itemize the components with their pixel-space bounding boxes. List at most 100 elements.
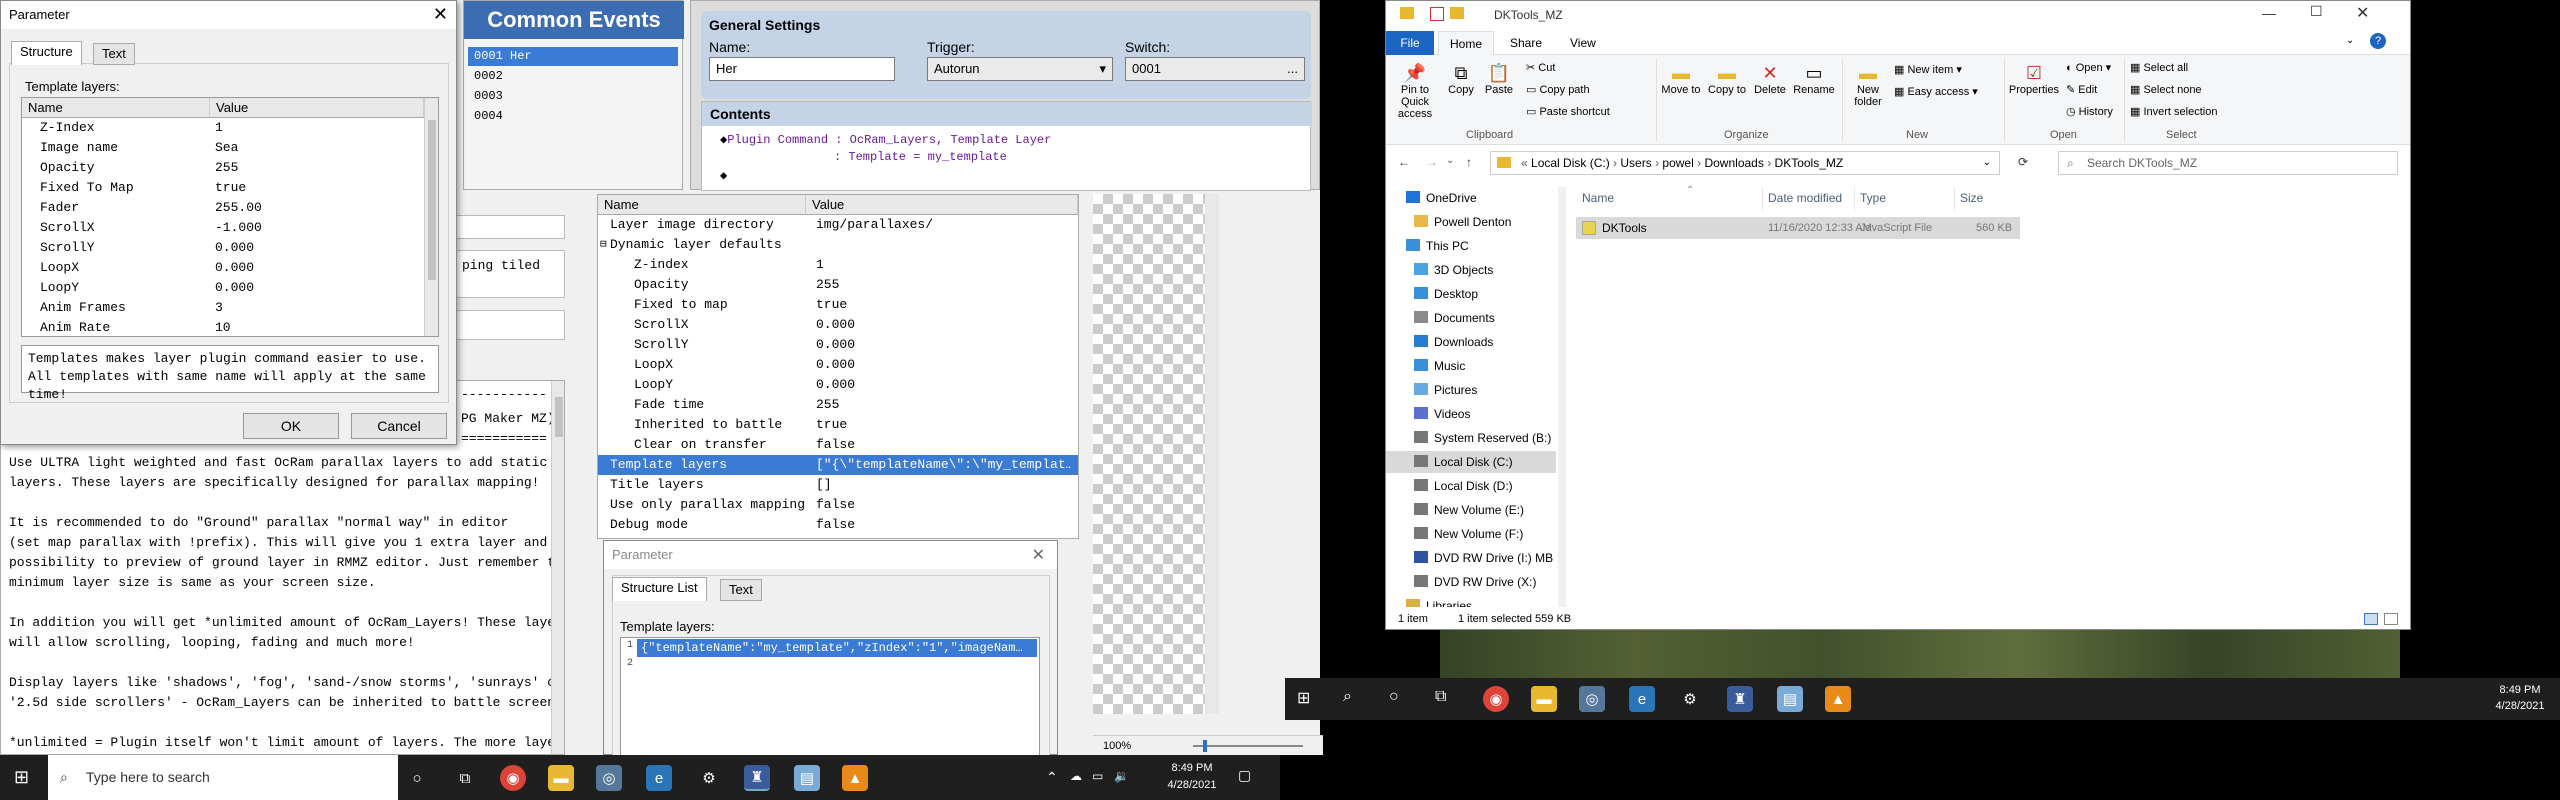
- select-all-button[interactable]: ▦ Select all: [2130, 61, 2188, 74]
- chrome-icon[interactable]: ◉: [500, 765, 526, 791]
- refresh-icon[interactable]: ⟳: [2018, 155, 2028, 169]
- cancel-button[interactable]: Cancel: [351, 413, 447, 439]
- chevron-down-icon[interactable]: ⌄: [1446, 155, 1454, 166]
- chevron-down-icon[interactable]: ⌄: [1983, 152, 1991, 174]
- table-row[interactable]: Template layers ["{\"templateName\":\"my_…: [598, 455, 1078, 475]
- table-row[interactable]: Opacity 255: [22, 158, 422, 178]
- table-row[interactable]: Fixed to map true: [598, 295, 1078, 315]
- nav-item[interactable]: DVD RW Drive (I:) MB: [1414, 547, 1564, 569]
- tab-share[interactable]: Share: [1510, 31, 1542, 55]
- list-item[interactable]: {"templateName":"my_template","zIndex":"…: [637, 639, 1037, 657]
- nav-item[interactable]: Pictures: [1414, 379, 1564, 401]
- table-row[interactable]: LoopX 0.000: [22, 258, 422, 278]
- table-row[interactable]: Z-index 1: [598, 255, 1078, 275]
- table-row[interactable]: Fixed To Map true: [22, 178, 422, 198]
- breadcrumb-item[interactable]: DKTools_MZ: [1775, 156, 1844, 170]
- settings-gear-icon[interactable]: ⚙: [696, 765, 722, 791]
- column-header-value[interactable]: Value: [806, 195, 1078, 215]
- scrollbar-thumb[interactable]: [428, 120, 436, 280]
- nav-item[interactable]: Desktop: [1414, 283, 1564, 305]
- open-button[interactable]: ◐ Open ▾: [2066, 61, 2111, 74]
- zoom-slider-thumb[interactable]: [1203, 740, 1207, 752]
- new-folder-button[interactable]: ▬ New folder: [1846, 63, 1890, 108]
- table-row[interactable]: ScrollY 0.000: [22, 238, 422, 258]
- cut-button[interactable]: ✂ Cut: [1526, 61, 1555, 74]
- vlc-icon[interactable]: ▲: [1825, 686, 1851, 712]
- cortana-icon[interactable]: ○: [404, 765, 430, 791]
- address-bar[interactable]: « Local Disk (C:) › Users › powel › Down…: [1490, 151, 2000, 175]
- search-icon[interactable]: ⌕: [1343, 688, 1352, 706]
- new-folder-quick-icon[interactable]: [1450, 7, 1464, 19]
- rename-button[interactable]: ▭ Rename: [1792, 63, 1836, 96]
- breadcrumb-item[interactable]: powel: [1662, 156, 1693, 170]
- properties-quick-icon[interactable]: [1430, 7, 1444, 21]
- ok-button[interactable]: OK: [243, 413, 339, 439]
- cloud-icon[interactable]: ☁: [1070, 769, 1082, 783]
- tab-structure[interactable]: Structure: [11, 41, 82, 65]
- minimize-icon[interactable]: —: [2262, 5, 2276, 21]
- maximize-icon[interactable]: ☐: [2310, 3, 2323, 20]
- taskbar-date[interactable]: 4/28/2021: [2490, 700, 2550, 712]
- move-to-button[interactable]: ▬ Move to: [1660, 63, 1702, 96]
- common-event-item[interactable]: 0003: [468, 87, 678, 106]
- windows-start-icon[interactable]: ⊞: [1297, 688, 1310, 708]
- nav-item[interactable]: Downloads: [1414, 331, 1564, 353]
- name-input[interactable]: Her: [709, 57, 895, 81]
- table-row[interactable]: Opacity 255: [598, 275, 1078, 295]
- nav-item[interactable]: New Volume (E:): [1414, 499, 1564, 521]
- forward-arrow-icon[interactable]: →: [1426, 155, 1438, 169]
- table-row[interactable]: Anim Rate 10: [22, 318, 422, 336]
- tab-file[interactable]: File: [1386, 31, 1434, 55]
- rpgmaker-icon[interactable]: ♜: [744, 765, 770, 791]
- column-header-name[interactable]: Name: [1582, 191, 1614, 205]
- nav-item[interactable]: 3D Objects: [1414, 259, 1564, 281]
- notepad-icon[interactable]: ▤: [1777, 686, 1803, 712]
- tab-structure-list[interactable]: Structure List: [612, 577, 707, 601]
- table-row[interactable]: Use only parallax mapping false: [598, 495, 1078, 515]
- nav-item[interactable]: Libraries: [1406, 595, 1556, 607]
- table-row[interactable]: ScrollY 0.000: [598, 335, 1078, 355]
- collapse-icon[interactable]: ⊟: [600, 235, 607, 255]
- file-explorer-icon[interactable]: ▬: [1531, 686, 1557, 712]
- column-header-value[interactable]: Value: [210, 98, 424, 118]
- table-row[interactable]: Anim Frames 3: [22, 298, 422, 318]
- table-row[interactable]: Image name Sea: [22, 138, 422, 158]
- table-row[interactable]: DKTools 11/16/2020 12:33 AM JavaScript F…: [1576, 217, 2020, 239]
- up-arrow-icon[interactable]: ↑: [1466, 155, 1472, 169]
- tab-view[interactable]: View: [1570, 31, 1596, 55]
- history-button[interactable]: ◷ History: [2066, 105, 2113, 118]
- nav-item[interactable]: System Reserved (B:): [1414, 427, 1564, 449]
- zoom-slider[interactable]: [1193, 745, 1303, 747]
- trigger-select[interactable]: Autorun ▾: [927, 57, 1113, 81]
- table-row[interactable]: Title layers []: [598, 475, 1078, 495]
- explorer-search-input[interactable]: ⌕ Search DKTools_MZ: [2058, 151, 2398, 175]
- nav-item[interactable]: Videos: [1414, 403, 1564, 425]
- taskbar-search-box[interactable]: ⌕ Type here to search: [48, 755, 398, 800]
- back-arrow-icon[interactable]: ←: [1398, 155, 1410, 169]
- pin-quick-access-button[interactable]: 📌 Pin to Quick access: [1390, 63, 1440, 120]
- notepad-icon[interactable]: ▤: [794, 765, 820, 791]
- table-scrollbar[interactable]: [424, 98, 438, 336]
- taskbar-time[interactable]: 8:49 PM: [1170, 762, 1214, 774]
- nav-item[interactable]: This PC: [1406, 235, 1556, 257]
- column-header-date[interactable]: Date modified: [1768, 191, 1842, 205]
- breadcrumb-item[interactable]: Downloads: [1704, 156, 1763, 170]
- preview-scrollbar[interactable]: [1205, 194, 1219, 714]
- table-row[interactable]: Layer image directory img/parallaxes/: [598, 215, 1078, 235]
- breadcrumb-item[interactable]: Local Disk (C:): [1531, 156, 1610, 170]
- breadcrumb-item[interactable]: Users: [1620, 156, 1651, 170]
- task-view-icon[interactable]: ⧉: [1435, 688, 1446, 706]
- new-item-button[interactable]: ▦ New item ▾: [1894, 63, 1962, 76]
- taskbar-time[interactable]: 8:49 PM: [2490, 684, 2550, 696]
- command-line-2[interactable]: : Template = my_template: [834, 150, 1007, 164]
- copy-to-button[interactable]: ▬ Copy to: [1706, 63, 1748, 96]
- tab-text[interactable]: Text: [720, 579, 762, 601]
- easy-access-button[interactable]: ▦ Easy access ▾: [1894, 85, 1978, 98]
- table-row[interactable]: Clear on transfer false: [598, 435, 1078, 455]
- edge-icon[interactable]: e: [1629, 686, 1655, 712]
- help-scrollbar[interactable]: [551, 381, 564, 754]
- rpgmaker-icon[interactable]: ♜: [1727, 686, 1753, 712]
- vlc-icon[interactable]: ▲: [842, 765, 868, 791]
- table-row[interactable]: Fader 255.00: [22, 198, 422, 218]
- common-event-item[interactable]: 0004: [468, 107, 678, 126]
